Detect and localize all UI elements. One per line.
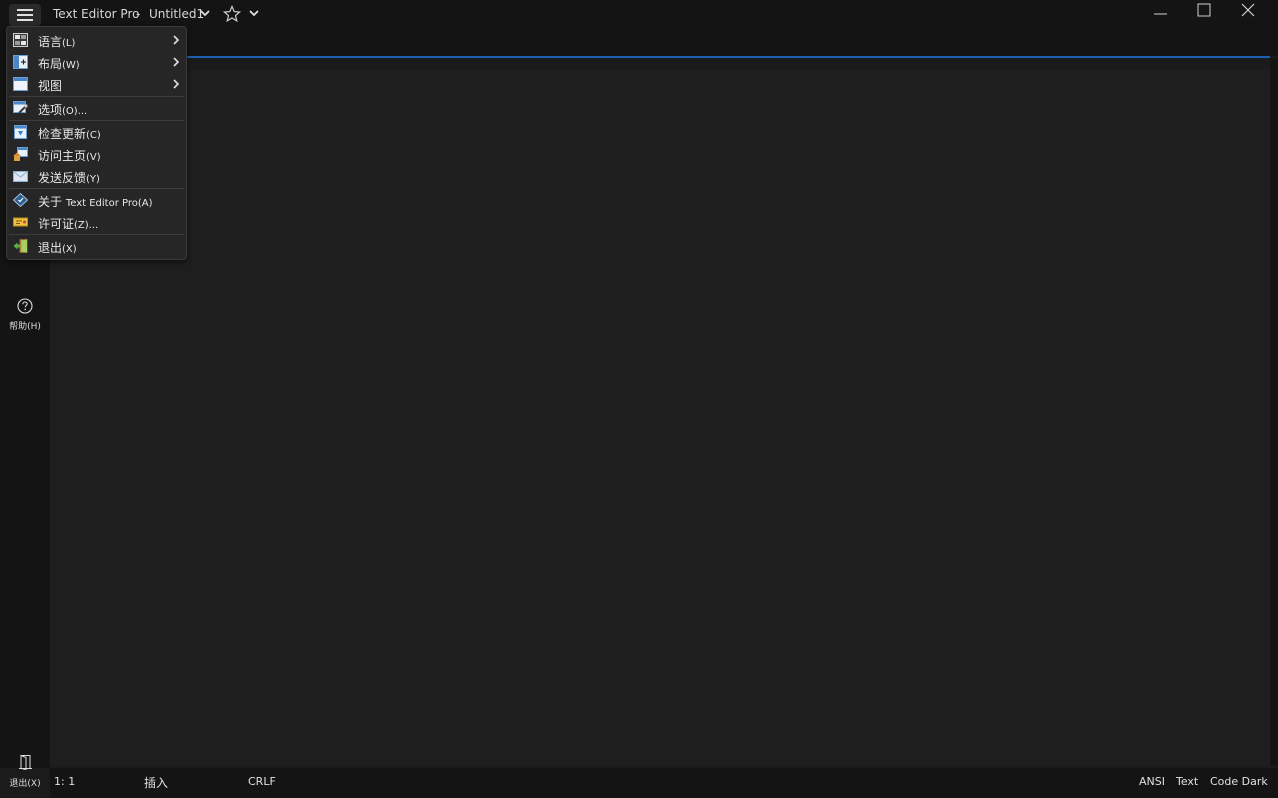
minimize-icon[interactable] xyxy=(1152,4,1170,22)
exit-button[interactable]: 退出(X) xyxy=(0,754,50,790)
menu-label: 发送反馈 xyxy=(38,171,87,185)
theme-selector[interactable]: Code Dark xyxy=(1210,775,1268,788)
menu-item-visit-homepage[interactable]: 访问主页(V) xyxy=(9,143,184,165)
menu-label: 访问主页 xyxy=(38,149,87,163)
menu-item-view[interactable]: 视图 xyxy=(9,73,184,95)
title-separator: - xyxy=(136,7,141,21)
star-icon[interactable] xyxy=(223,5,241,23)
menu-accel: (W) xyxy=(62,60,80,71)
line-ending[interactable]: CRLF xyxy=(248,775,276,788)
document-title[interactable]: Untitled1 xyxy=(149,7,204,21)
language-icon xyxy=(13,33,28,47)
menu-label: 选项 xyxy=(38,103,63,117)
homepage-icon xyxy=(13,147,28,161)
about-icon xyxy=(13,193,28,207)
cursor-position[interactable]: 1: 1 xyxy=(54,775,75,788)
options-icon xyxy=(13,101,28,114)
menu-accel: (X) xyxy=(62,244,77,255)
menu-label: 语言 xyxy=(38,35,63,49)
view-icon xyxy=(13,77,28,91)
help-button[interactable]: 帮助(H) xyxy=(0,298,50,334)
menu-item-options[interactable]: 选项(O)... xyxy=(9,97,184,119)
menu-accel: Text Editor Pro(A) xyxy=(65,198,153,209)
text-editor-area[interactable] xyxy=(50,70,1270,766)
menu-accel: (L) xyxy=(62,38,76,49)
exit-icon xyxy=(13,239,28,253)
main-menu-button[interactable] xyxy=(9,4,41,26)
menu-accel: (V) xyxy=(86,152,101,163)
chevron-down-icon[interactable] xyxy=(248,7,260,19)
encoding[interactable]: ANSI xyxy=(1139,775,1165,788)
title-bar: Text Editor Pro - Untitled1 xyxy=(0,0,1278,28)
scrollbar-track[interactable] xyxy=(1270,58,1278,766)
chevron-right-icon xyxy=(173,35,180,45)
menu-label: 视图 xyxy=(38,79,63,93)
menu-label: 关于 xyxy=(38,195,66,209)
menu-item-language[interactable]: 语言(L) xyxy=(9,29,184,51)
check-updates-icon xyxy=(14,125,27,139)
maximize-icon[interactable] xyxy=(1195,2,1213,20)
menu-item-send-feedback[interactable]: 发送反馈(Y) xyxy=(9,165,184,187)
menu-item-license[interactable]: 许可证(Z)... xyxy=(9,211,184,233)
chevron-down-icon[interactable] xyxy=(199,7,211,19)
help-icon xyxy=(17,298,33,314)
feedback-mail-icon xyxy=(13,171,28,182)
menu-item-layout[interactable]: 布局(W) xyxy=(9,51,184,73)
menu-item-exit[interactable]: 退出(X) xyxy=(9,235,184,257)
hamburger-icon xyxy=(17,9,33,21)
chevron-right-icon xyxy=(173,57,180,67)
menu-accel: (C) xyxy=(86,130,101,141)
insert-mode[interactable]: 插入 xyxy=(144,774,168,791)
layout-icon xyxy=(13,55,28,69)
close-icon[interactable] xyxy=(1239,2,1257,20)
menu-label: 退出 xyxy=(38,241,63,255)
app-title: Text Editor Pro xyxy=(53,7,140,21)
syntax-mode[interactable]: Text xyxy=(1176,775,1198,788)
main-menu-dropdown: 语言(L) 布局(W) 视图 选项(O)... 检查更新(C) 访问主页(V) … xyxy=(6,26,187,260)
menu-accel: (Z)... xyxy=(74,220,99,231)
menu-label: 检查更新 xyxy=(38,127,87,141)
help-label: 帮助(H) xyxy=(9,322,41,332)
door-exit-icon xyxy=(19,754,32,770)
active-tab-indicator xyxy=(50,56,1270,58)
license-icon xyxy=(13,217,28,227)
menu-item-about[interactable]: 关于 Text Editor Pro(A) xyxy=(9,189,184,211)
menu-accel: (O)... xyxy=(62,106,88,117)
menu-accel: (Y) xyxy=(86,174,100,185)
menu-label: 许可证 xyxy=(38,217,75,231)
status-bar: 1: 1 插入 CRLF ANSI Text Code Dark xyxy=(50,768,1278,798)
menu-label: 布局 xyxy=(38,57,63,71)
exit-label: 退出(X) xyxy=(9,779,41,789)
tab-strip xyxy=(50,28,1278,56)
menu-item-check-updates[interactable]: 检查更新(C) xyxy=(9,121,184,143)
chevron-right-icon xyxy=(173,79,180,89)
